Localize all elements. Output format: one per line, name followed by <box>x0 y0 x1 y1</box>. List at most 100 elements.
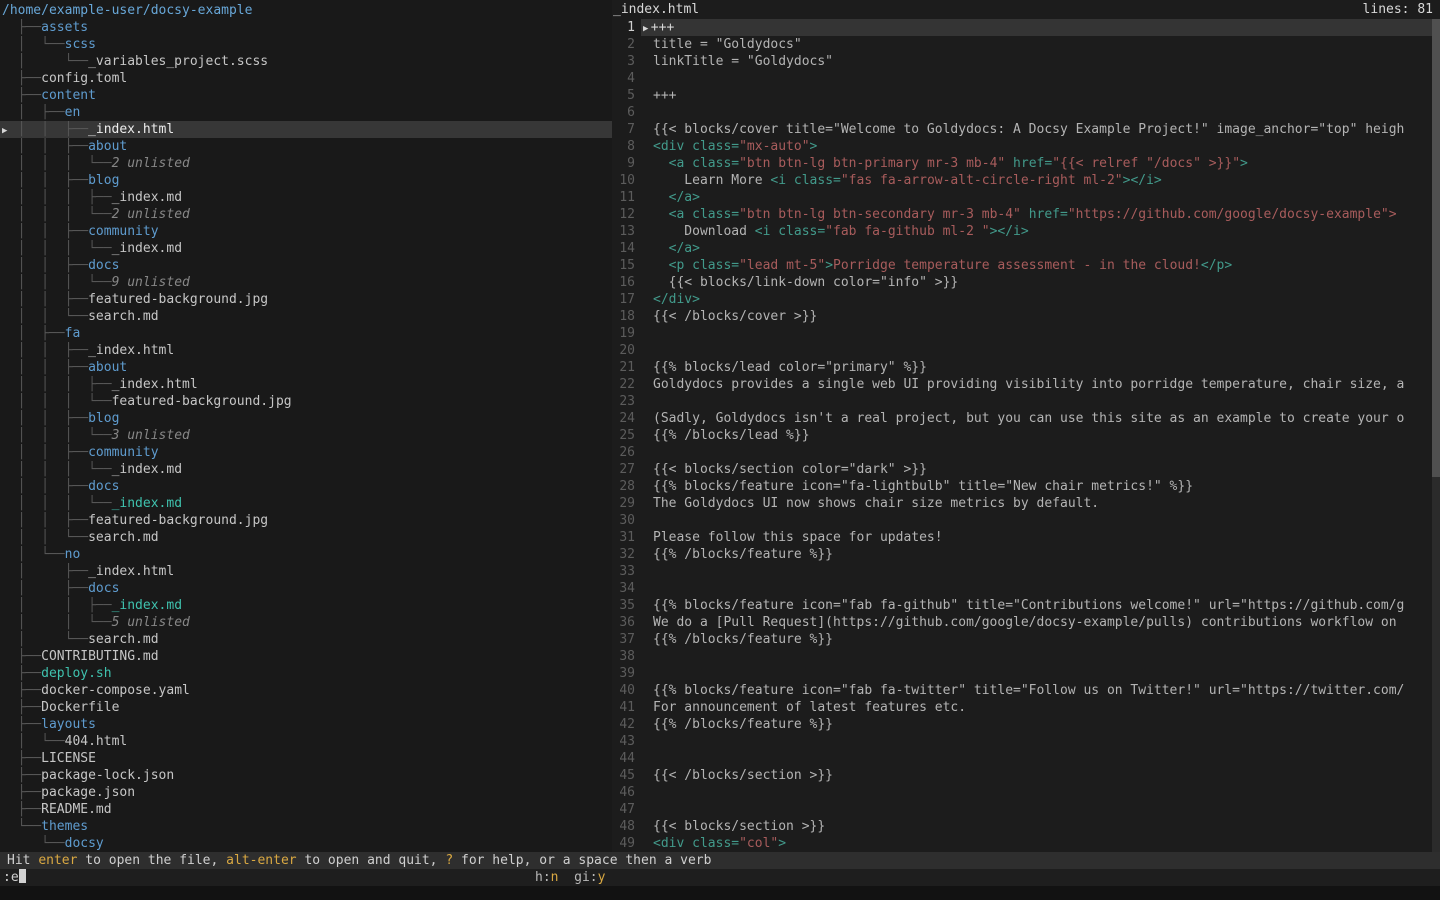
text-token: │ ├── <box>2 581 88 596</box>
tree-row[interactable]: │ │ │ └──featured-background.jpg <box>0 393 612 410</box>
tree-row[interactable]: │ │ │ └──9 unlisted <box>0 274 612 291</box>
tree-row[interactable]: ├──LICENSE <box>0 750 612 767</box>
tree-row[interactable]: │ │ └──search.md <box>0 529 612 546</box>
command-input[interactable]: :e <box>3 869 26 886</box>
code-line-content: {{% /blocks/feature %}} <box>641 631 1432 648</box>
text-token: ├── <box>2 20 41 35</box>
tree-row[interactable]: │ └──no <box>0 546 612 563</box>
tree-row[interactable]: ├──CONTRIBUTING.md <box>0 648 612 665</box>
text-token: │ └── <box>2 547 65 562</box>
tree-row-selected[interactable]: ▶ │ │ ├──_index.html <box>0 121 612 138</box>
text-token: _index.html <box>112 377 198 392</box>
line-number: 31 <box>612 529 641 546</box>
code-line: 25{{% /blocks/lead %}} <box>612 427 1432 444</box>
tree-row[interactable]: ├──assets <box>0 19 612 36</box>
tree-row[interactable]: ├──config.toml <box>0 70 612 87</box>
line-number: 26 <box>612 444 641 461</box>
code-line-content: ▶+++ <box>641 19 1432 36</box>
text-token: > <box>778 836 786 851</box>
code-line: 38 <box>612 648 1432 665</box>
tree-row[interactable]: │ │ ├──about <box>0 359 612 376</box>
tree-row[interactable]: │ │ ├──blog <box>0 410 612 427</box>
code-line-content: <a class="btn btn-lg btn-secondary mr-3 … <box>641 206 1432 223</box>
tree-row[interactable]: │ ├──docs <box>0 580 612 597</box>
text-token: "lead mt-5" <box>739 258 825 273</box>
tree-row[interactable]: │ │ │ └──_index.md <box>0 495 612 512</box>
line-number: 22 <box>612 376 641 393</box>
tree-row[interactable]: │ └──404.html <box>0 733 612 750</box>
tree-row[interactable]: ├──Dockerfile <box>0 699 612 716</box>
current-path[interactable]: /home/example-user/docsy-example <box>0 2 612 19</box>
preview-panel: _index.html lines: 81 1▶+++2title = "Gol… <box>612 0 1440 852</box>
code-line: 45{{< /blocks/section >}} <box>612 767 1432 784</box>
tree-row[interactable]: │ │ ├──about <box>0 138 612 155</box>
text-token: assets <box>41 20 88 35</box>
tree-row[interactable]: │ │ │ ├──_index.md <box>0 189 612 206</box>
text-token: package.json <box>41 785 135 800</box>
code-line: 29The Goldydocs UI now shows chair size … <box>612 495 1432 512</box>
code-line-content: +++ <box>641 87 1432 104</box>
tree-row[interactable]: │ ├──_index.html <box>0 563 612 580</box>
tree-row[interactable]: │ └──scss <box>0 36 612 53</box>
tree-row[interactable]: │ └──_variables_project.scss <box>0 53 612 70</box>
text-token: │ │ │ └── <box>2 394 112 409</box>
tree-row[interactable]: │ │ ├──community <box>0 444 612 461</box>
line-number: 36 <box>612 614 641 631</box>
line-number: 46 <box>612 784 641 801</box>
preview-scrollbar-thumb[interactable] <box>1432 19 1440 477</box>
code-line: 3linkTitle = "Goldydocs" <box>612 53 1432 70</box>
tree-row[interactable]: │ │ ├──featured-background.jpg <box>0 291 612 308</box>
line-number: 1 <box>612 19 641 36</box>
tree-row[interactable]: │ │ ├──docs <box>0 478 612 495</box>
code-line-content: {{% /blocks/lead %}} <box>641 427 1432 444</box>
text-token: │ │ ├── <box>2 292 88 307</box>
code-line: 23 <box>612 393 1432 410</box>
code-line-content: The Goldydocs UI now shows chair size me… <box>641 495 1432 512</box>
tree-row[interactable]: ├──deploy.sh <box>0 665 612 682</box>
command-input-row[interactable]: :e h:n gi:y <box>0 869 1440 886</box>
tree-row[interactable]: │ │ ├──_index.md <box>0 597 612 614</box>
line-number: 29 <box>612 495 641 512</box>
tree-row[interactable]: │ ├──en <box>0 104 612 121</box>
tree-row[interactable]: │ │ │ └──_index.md <box>0 240 612 257</box>
text-token: Hit <box>7 853 38 868</box>
line-number: 42 <box>612 716 641 733</box>
tree-row[interactable]: │ │ ├──blog <box>0 172 612 189</box>
tree-row[interactable]: │ │ │ └──2 unlisted <box>0 206 612 223</box>
text-token: /home/example-user/docsy-example <box>2 3 252 18</box>
tree-row[interactable]: │ │ │ ├──_index.html <box>0 376 612 393</box>
preview-header: _index.html lines: 81 <box>612 0 1440 19</box>
tree-row[interactable]: │ │ │ └──3 unlisted <box>0 427 612 444</box>
tree-row[interactable]: ├──docker-compose.yaml <box>0 682 612 699</box>
tree-row[interactable]: │ │ │ └──_index.md <box>0 461 612 478</box>
tree-row[interactable]: └──docsy <box>0 835 612 852</box>
text-token: gi: <box>558 870 597 885</box>
tree-row[interactable]: ├──layouts <box>0 716 612 733</box>
text-token: {{% blocks/feature icon="fab fa-twitter"… <box>653 683 1404 698</box>
tree-row[interactable]: └──themes <box>0 818 612 835</box>
tree-row[interactable]: │ │ │ └──2 unlisted <box>0 155 612 172</box>
line-number: 41 <box>612 699 641 716</box>
code-line-content: {{% blocks/feature icon="fab fa-github" … <box>641 597 1432 614</box>
status-bar: Hit enter to open the file, alt-enter to… <box>0 852 1440 869</box>
tree-row[interactable]: │ └──search.md <box>0 631 612 648</box>
line-number: 12 <box>612 206 641 223</box>
code-line: 49<div class="col"> <box>612 835 1432 852</box>
tree-row[interactable]: ├──content <box>0 87 612 104</box>
tree-row[interactable]: │ ├──fa <box>0 325 612 342</box>
code-line-content: {{% /blocks/feature %}} <box>641 546 1432 563</box>
code-line: 31Please follow this space for updates! <box>612 529 1432 546</box>
tree-row[interactable]: │ │ ├──featured-background.jpg <box>0 512 612 529</box>
tree-row[interactable]: ├──package.json <box>0 784 612 801</box>
tree-row[interactable]: │ │ └──5 unlisted <box>0 614 612 631</box>
preview-scrollbar-track[interactable] <box>1432 19 1440 852</box>
line-number: 14 <box>612 240 641 257</box>
code-line-content: {{% blocks/feature icon="fa-lightbulb" t… <box>641 478 1432 495</box>
tree-row[interactable]: ├──README.md <box>0 801 612 818</box>
tree-row[interactable]: │ │ └──search.md <box>0 308 612 325</box>
tree-row[interactable]: ├──package-lock.json <box>0 767 612 784</box>
tree-row[interactable]: │ │ ├──docs <box>0 257 612 274</box>
tree-row[interactable]: │ │ ├──_index.html <box>0 342 612 359</box>
tree-row[interactable]: │ │ ├──community <box>0 223 612 240</box>
text-token: alt-enter <box>226 853 296 868</box>
